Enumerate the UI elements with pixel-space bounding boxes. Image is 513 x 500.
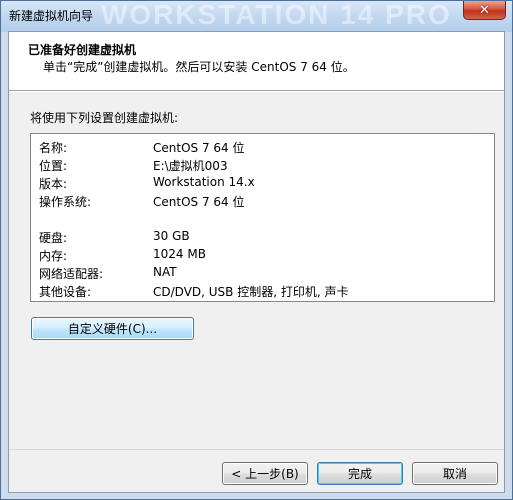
summary-row: 内存: 1024 MB	[31, 247, 494, 265]
summary-key-devices: 其他设备:	[39, 285, 92, 299]
back-button[interactable]: < 上一步(B)	[222, 462, 308, 485]
summary-value-version: Workstation 14.x	[153, 175, 255, 189]
customize-hardware-button[interactable]: 自定义硬件(C)...	[31, 317, 194, 340]
summary-row: 版本: Workstation 14.x	[31, 175, 494, 193]
summary-row: 其他设备: CD/DVD, USB 控制器, 打印机, 声卡	[31, 283, 494, 301]
summary-intro-label: 将使用下列设置创建虚拟机:	[30, 111, 179, 125]
page-title: 已准备好创建虚拟机	[28, 43, 137, 57]
summary-row: 名称: CentOS 7 64 位	[31, 139, 494, 157]
summary-key-memory: 内存:	[39, 249, 68, 263]
product-watermark: WORKSTATION 14 PRO	[101, 1, 452, 30]
wizard-client-area: 已准备好创建虚拟机 单击“完成”创建虚拟机。然后可以安装 CentOS 7 64…	[8, 31, 505, 493]
settings-summary-box[interactable]: 名称: CentOS 7 64 位 位置: E:\虚拟机003 版本: Work…	[30, 133, 495, 302]
summary-value-devices: CD/DVD, USB 控制器, 打印机, 声卡	[153, 285, 349, 299]
cancel-button[interactable]: 取消	[412, 462, 498, 485]
summary-value-os: CentOS 7 64 位	[153, 195, 245, 209]
summary-key-network: 网络适配器:	[39, 267, 104, 281]
summary-row: 网络适配器: NAT	[31, 265, 494, 283]
close-button[interactable]: ✕	[463, 1, 506, 20]
summary-row: 操作系统: CentOS 7 64 位	[31, 193, 494, 211]
finish-button[interactable]: 完成	[317, 462, 403, 485]
wizard-window: WORKSTATION 14 PRO 新建虚拟机向导 ✕ 已准备好创建虚拟机 单…	[0, 0, 513, 500]
summary-key-location: 位置:	[39, 159, 68, 173]
summary-row: 位置: E:\虚拟机003	[31, 157, 494, 175]
header-divider	[9, 91, 504, 92]
summary-value-memory: 1024 MB	[153, 247, 206, 261]
summary-value-disk: 30 GB	[153, 229, 190, 243]
summary-key-name: 名称:	[39, 141, 68, 155]
summary-row: 硬盘: 30 GB	[31, 229, 494, 247]
page-subtitle: 单击“完成”创建虚拟机。然后可以安装 CentOS 7 64 位。	[43, 60, 355, 74]
footer-divider	[9, 449, 504, 450]
summary-value-location: E:\虚拟机003	[153, 159, 228, 173]
wizard-header: 已准备好创建虚拟机 单击“完成”创建虚拟机。然后可以安装 CentOS 7 64…	[9, 32, 504, 91]
summary-value-network: NAT	[153, 265, 177, 279]
summary-key-disk: 硬盘:	[39, 231, 68, 245]
summary-key-os: 操作系统:	[39, 195, 92, 209]
window-title: 新建虚拟机向导	[9, 9, 94, 23]
title-bar[interactable]: WORKSTATION 14 PRO 新建虚拟机向导 ✕	[1, 1, 512, 32]
summary-key-version: 版本:	[39, 177, 68, 191]
close-icon: ✕	[479, 2, 490, 18]
summary-value-name: CentOS 7 64 位	[153, 141, 245, 155]
